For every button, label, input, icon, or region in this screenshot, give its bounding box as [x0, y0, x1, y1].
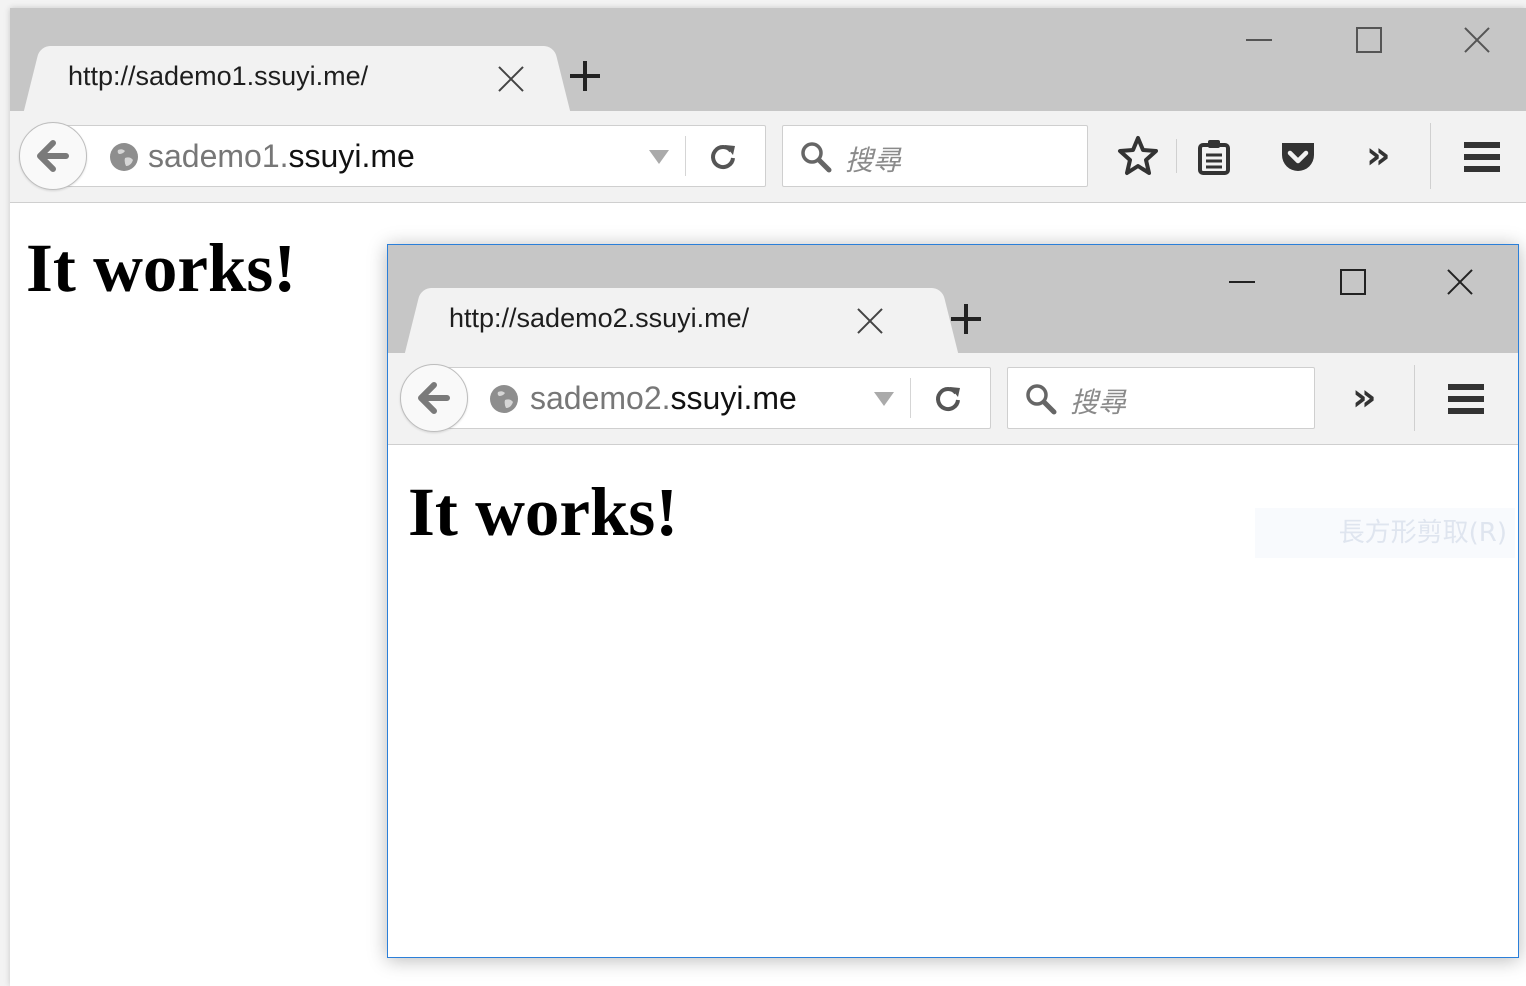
- search-icon: [1026, 384, 1057, 415]
- search-bar[interactable]: 搜尋: [782, 125, 1088, 187]
- back-arrow-icon: [37, 140, 69, 172]
- url-bar[interactable]: sademo2.ssuyi.me: [431, 367, 991, 429]
- globe-icon: [490, 385, 518, 413]
- minimize-icon[interactable]: [1246, 26, 1274, 54]
- tab-active[interactable]: http://sademo2.ssuyi.me/: [425, 288, 938, 353]
- url-divider: [910, 378, 911, 418]
- tab-close-icon[interactable]: [855, 306, 885, 336]
- globe-icon: [110, 143, 138, 171]
- tab-close-icon[interactable]: [496, 64, 526, 94]
- close-icon[interactable]: [1446, 268, 1474, 296]
- star-icon[interactable]: [1116, 134, 1160, 178]
- dropdown-icon[interactable]: [649, 150, 669, 164]
- close-icon[interactable]: [1463, 26, 1491, 54]
- page-content: It works! 長方形剪取(R): [388, 445, 1518, 957]
- back-arrow-icon: [418, 382, 450, 414]
- new-tab-icon[interactable]: [570, 61, 600, 91]
- toolbar-divider: [1430, 123, 1431, 189]
- maximize-icon[interactable]: [1339, 268, 1367, 296]
- url-text: sademo2.ssuyi.me: [530, 380, 797, 417]
- pocket-icon[interactable]: [1276, 135, 1320, 179]
- url-divider: [685, 136, 686, 176]
- snip-hint-overlay: 長方形剪取(R): [1255, 508, 1515, 558]
- back-button[interactable]: [400, 364, 468, 432]
- reload-icon[interactable]: [932, 382, 964, 414]
- page-heading: It works!: [26, 230, 297, 306]
- search-icon: [801, 142, 832, 173]
- toolbar-divider: [1414, 365, 1415, 431]
- hamburger-menu-icon[interactable]: [1444, 377, 1488, 421]
- browser-window-popup: http://sademo2.ssuyi.me/ sademo2.ssuyi.m…: [387, 244, 1519, 958]
- overflow-chevron-icon[interactable]: »: [1366, 133, 1391, 177]
- nav-toolbar: sademo1.ssuyi.me 搜尋 »: [10, 111, 1526, 203]
- tab-title: http://sademo2.ssuyi.me/: [449, 303, 750, 333]
- url-domain: ssuyi.me: [670, 380, 797, 416]
- search-bar[interactable]: 搜尋: [1007, 367, 1315, 429]
- overflow-chevron-icon[interactable]: »: [1352, 375, 1377, 419]
- hamburger-menu-icon[interactable]: [1460, 135, 1504, 179]
- page-heading: It works!: [408, 474, 679, 550]
- reload-icon[interactable]: [707, 140, 739, 172]
- toolbar-divider: [1176, 139, 1177, 173]
- reading-list-icon[interactable]: [1192, 135, 1236, 179]
- tab-title: http://sademo1.ssuyi.me/: [68, 61, 369, 91]
- new-tab-icon[interactable]: [951, 304, 981, 334]
- url-subdomain: sademo2.: [530, 380, 671, 416]
- maximize-icon[interactable]: [1355, 26, 1383, 54]
- tab-strip: http://sademo1.ssuyi.me/: [10, 8, 1526, 111]
- search-placeholder: 搜尋: [1070, 386, 1127, 419]
- url-subdomain: sademo1.: [148, 138, 289, 174]
- tab-strip: http://sademo2.ssuyi.me/: [388, 245, 1518, 353]
- back-button[interactable]: [19, 122, 87, 190]
- nav-toolbar: sademo2.ssuyi.me 搜尋 »: [388, 353, 1518, 445]
- search-placeholder: 搜尋: [845, 144, 902, 177]
- url-bar[interactable]: sademo1.ssuyi.me: [50, 125, 766, 187]
- minimize-icon[interactable]: [1229, 268, 1257, 296]
- dropdown-icon[interactable]: [874, 392, 894, 406]
- url-text: sademo1.ssuyi.me: [148, 138, 415, 175]
- tab-active[interactable]: http://sademo1.ssuyi.me/: [44, 46, 550, 111]
- url-domain: ssuyi.me: [288, 138, 415, 174]
